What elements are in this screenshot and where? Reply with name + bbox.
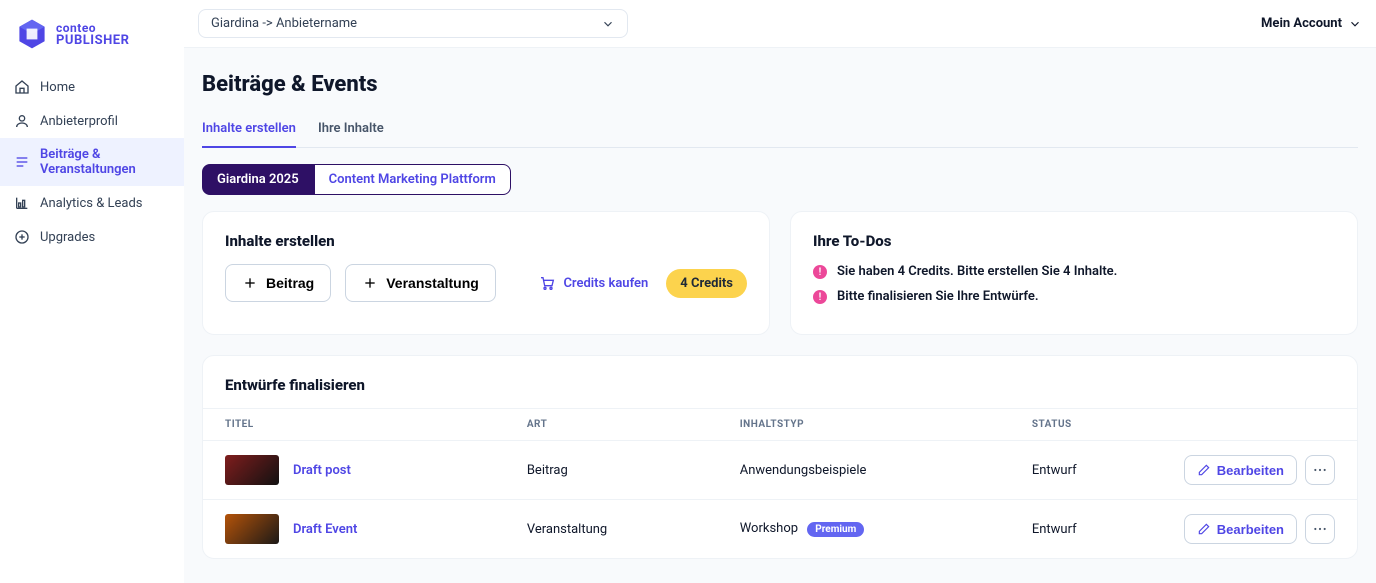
draft-status: Entwurf [1010,500,1162,559]
sidebar-item-label: Upgrades [40,230,95,245]
edit-label: Bearbeiten [1217,522,1284,537]
more-actions-button[interactable] [1305,455,1335,485]
dots-icon [1312,462,1328,478]
tab-create-content[interactable]: Inhalte erstellen [202,113,296,148]
plus-circle-icon [14,229,30,245]
draft-kind: Veranstaltung [505,500,718,559]
plus-icon [362,275,378,291]
dots-icon [1312,521,1328,537]
account-menu[interactable]: Mein Account [1261,16,1362,31]
edit-icon [1197,522,1211,536]
sidebar-item-upgrades[interactable]: Upgrades [0,220,184,254]
add-post-button[interactable]: Beitrag [225,264,331,302]
edit-label: Bearbeiten [1217,463,1284,478]
draft-title-link[interactable]: Draft post [293,463,351,478]
buy-credits-label: Credits kaufen [563,276,648,291]
sidebar-item-profile[interactable]: Anbieterprofil [0,104,184,138]
col-kind: ART [505,409,718,441]
context-pills: Giardina 2025 Content Marketing Plattfor… [202,164,1358,195]
draft-type: Anwendungsbeispiele [718,441,1010,500]
sidebar-item-label: Beiträge & Veranstaltungen [40,147,170,177]
todos-title: Ihre To-Dos [813,232,1335,250]
topbar: Giardina -> Anbietername Mein Account [184,0,1376,48]
table-row: Draft post Beitrag Anwendungsbeispiele E… [203,441,1357,500]
draft-title-link[interactable]: Draft Event [293,522,357,537]
edit-button[interactable]: Bearbeiten [1184,514,1297,544]
todo-item: ! Sie haben 4 Credits. Bitte erstellen S… [813,264,1335,279]
edit-icon [1197,463,1211,477]
sidebar-nav: Home Anbieterprofil Beiträge & Veranstal… [0,62,184,262]
sidebar-item-home[interactable]: Home [0,70,184,104]
create-card-title: Inhalte erstellen [225,232,747,250]
chart-icon [14,195,30,211]
col-title: TITEL [203,409,505,441]
add-event-button[interactable]: Veranstaltung [345,264,496,302]
more-actions-button[interactable] [1305,514,1335,544]
alert-dot-icon: ! [813,290,827,304]
todo-item: ! Bitte finalisieren Sie Ihre Entwürfe. [813,289,1335,304]
todo-text: Bitte finalisieren Sie Ihre Entwürfe. [837,289,1039,304]
draft-status: Entwurf [1010,441,1162,500]
account-label: Mein Account [1261,16,1342,31]
pill-giardina-2025[interactable]: Giardina 2025 [202,164,314,195]
page-title: Beiträge & Events [202,72,1358,97]
credits-badge: 4 Credits [666,269,747,298]
col-status: STATUS [1010,409,1162,441]
context-selector[interactable]: Giardina -> Anbietername [198,9,628,38]
sidebar-item-analytics[interactable]: Analytics & Leads [0,186,184,220]
draft-thumbnail [225,455,279,485]
drafts-table: TITEL ART INHALTSTYP STATUS [203,408,1357,558]
drafts-card: Entwürfe finalisieren TITEL ART INHALTST… [202,355,1358,559]
draft-thumbnail [225,514,279,544]
draft-kind: Beitrag [505,441,718,500]
drafts-title: Entwürfe finalisieren [203,356,1357,408]
col-type: INHALTSTYP [718,409,1010,441]
tab-your-content[interactable]: Ihre Inhalte [318,113,384,147]
draft-type: Workshop Premium [718,500,1010,559]
alert-dot-icon: ! [813,265,827,279]
todos-card: Ihre To-Dos ! Sie haben 4 Credits. Bitte… [790,211,1358,335]
content-tabs: Inhalte erstellen Ihre Inhalte [202,113,1358,148]
add-post-label: Beitrag [266,275,314,291]
table-row: Draft Event Veranstaltung Workshop Premi… [203,500,1357,559]
sidebar: conteo PUBLISHER Home Anbieterprofil Bei… [0,0,184,583]
sidebar-item-label: Analytics & Leads [40,196,143,211]
list-icon [14,154,30,170]
add-event-label: Veranstaltung [386,275,479,291]
sidebar-item-posts-events[interactable]: Beiträge & Veranstaltungen [0,138,184,186]
pill-content-marketing[interactable]: Content Marketing Plattform [314,164,511,195]
create-content-card: Inhalte erstellen Beitrag Veranstaltung [202,211,770,335]
todo-text: Sie haben 4 Credits. Bitte erstellen Sie… [837,264,1117,279]
chevron-down-icon [601,17,615,31]
edit-button[interactable]: Bearbeiten [1184,455,1297,485]
buy-credits-link[interactable]: Credits kaufen [539,275,648,291]
premium-badge: Premium [807,522,864,537]
brand-text: conteo PUBLISHER [56,22,129,47]
logo-cube-icon [14,16,50,52]
cart-icon [539,275,555,291]
user-icon [14,113,30,129]
chevron-down-icon [1348,17,1362,31]
sidebar-item-label: Anbieterprofil [40,114,118,129]
context-selector-label: Giardina -> Anbietername [211,16,357,31]
brand-logo[interactable]: conteo PUBLISHER [0,0,184,62]
sidebar-item-label: Home [40,80,75,95]
plus-icon [242,275,258,291]
home-icon [14,79,30,95]
